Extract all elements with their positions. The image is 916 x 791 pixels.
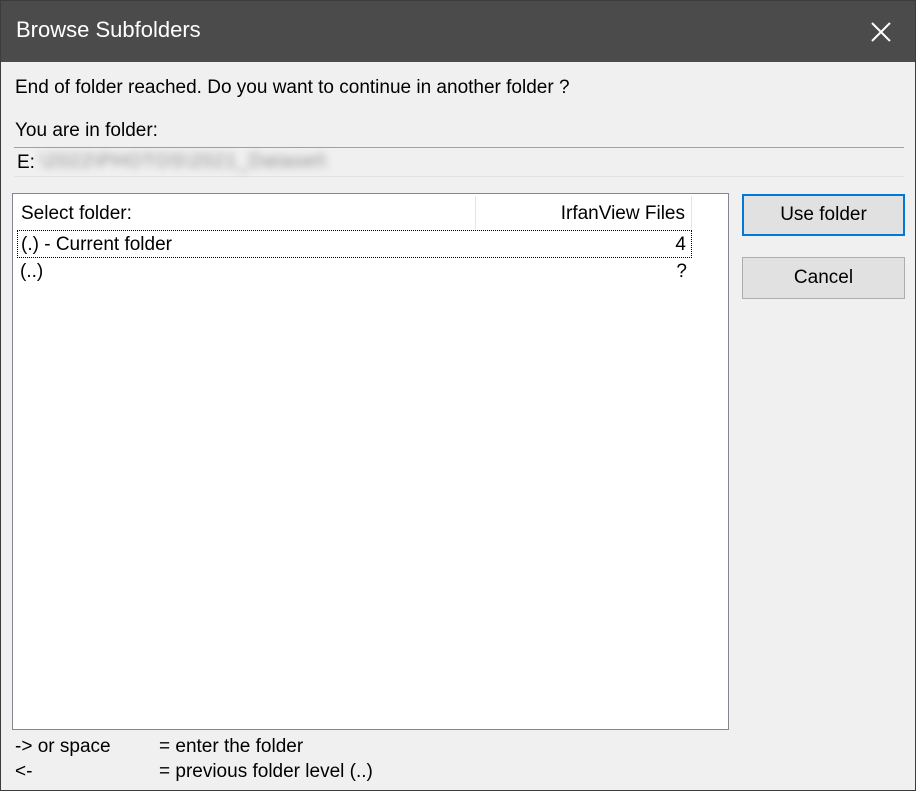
file-count: 4 <box>675 234 686 255</box>
column-header-select-folder[interactable]: Select folder: <box>17 196 476 229</box>
folder-name: (.) - Current folder <box>21 234 172 255</box>
column-header-label: IrfanView Files <box>560 203 685 224</box>
file-count: ? <box>676 261 687 282</box>
folder-list[interactable]: Select folder: IrfanView Files (.) - Cur… <box>12 193 729 730</box>
current-folder-label: You are in folder: <box>15 120 158 141</box>
cancel-button[interactable]: Cancel <box>742 257 905 299</box>
folder-name: (..) <box>20 261 44 282</box>
column-header-irfanview-files[interactable]: IrfanView Files <box>476 196 692 229</box>
close-icon <box>871 21 891 42</box>
window-title: Browse Subfolders <box>16 17 201 42</box>
hint-key-back: <- <box>15 761 33 782</box>
end-of-folder-message: End of folder reached. Do you want to co… <box>15 77 570 98</box>
folder-list-header: Select folder: IrfanView Files <box>17 196 703 229</box>
hint-action-enter: = enter the folder <box>159 736 304 757</box>
folder-row-parent[interactable]: (..) ? <box>17 258 692 286</box>
current-folder-path: E: \2022\PHOTOS\2021_Dataset\ <box>14 147 904 177</box>
path-drive: E: <box>17 152 35 173</box>
use-folder-button[interactable]: Use folder <box>742 194 905 236</box>
column-header-label: Select folder: <box>21 203 132 224</box>
browse-subfolders-dialog: Browse Subfolders End of folder reached.… <box>0 0 916 791</box>
title-bar: Browse Subfolders <box>1 1 915 62</box>
folder-row-current[interactable]: (.) - Current folder 4 <box>17 230 692 258</box>
hint-action-back: = previous folder level (..) <box>159 761 373 782</box>
close-button[interactable] <box>847 1 915 62</box>
hint-key-enter: -> or space <box>15 736 111 757</box>
path-obscured: \2022\PHOTOS\2021_Dataset\ <box>40 151 328 172</box>
